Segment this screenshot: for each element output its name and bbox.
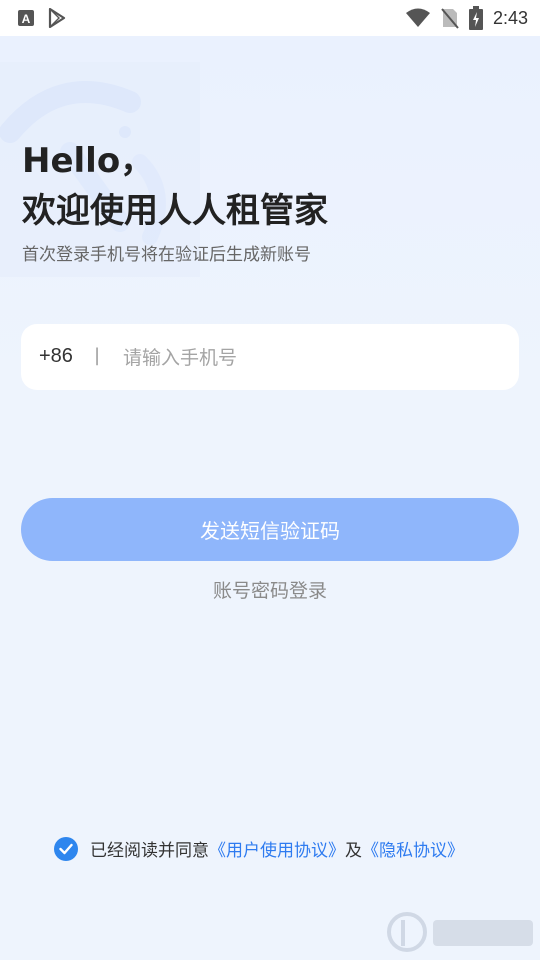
send-sms-code-button[interactable]: 发送短信验证码 bbox=[21, 498, 519, 561]
welcome-heading: Hello， 欢迎使用人人租管家 bbox=[22, 136, 328, 236]
password-login-link[interactable]: 账号密码登录 bbox=[0, 576, 540, 603]
phone-field: +86 | bbox=[21, 324, 519, 390]
check-icon bbox=[59, 843, 73, 854]
greeting-welcome: 欢迎使用人人租管家 bbox=[22, 191, 328, 231]
country-code[interactable]: +86 bbox=[39, 345, 73, 368]
agreement-row: 已经阅读并同意 《用户使用协议》 及 《隐私协议》 bbox=[54, 836, 464, 861]
agreement-and: 及 bbox=[345, 841, 362, 861]
divider: | bbox=[94, 345, 101, 366]
agreement-prefix: 已经阅读并同意 bbox=[90, 841, 209, 861]
clock: 2:43 bbox=[492, 7, 528, 28]
battery-charging-icon bbox=[468, 6, 483, 30]
page-subtitle: 首次登录手机号将在验证后生成新账号 bbox=[22, 245, 311, 265]
play-store-icon bbox=[48, 8, 66, 28]
wifi-icon bbox=[405, 8, 431, 28]
greeting-hello: Hello， bbox=[22, 141, 155, 181]
a-icon: A bbox=[18, 10, 34, 26]
svg-text:A: A bbox=[22, 12, 31, 26]
user-agreement-link[interactable]: 《用户使用协议》 bbox=[209, 836, 345, 861]
status-bar: A 2:43 bbox=[0, 0, 540, 36]
privacy-policy-link[interactable]: 《隐私协议》 bbox=[362, 836, 464, 861]
no-sim-icon bbox=[441, 7, 459, 29]
agreement-checkbox[interactable] bbox=[54, 836, 78, 861]
watermark-logo bbox=[387, 912, 533, 952]
phone-input[interactable] bbox=[121, 338, 505, 378]
